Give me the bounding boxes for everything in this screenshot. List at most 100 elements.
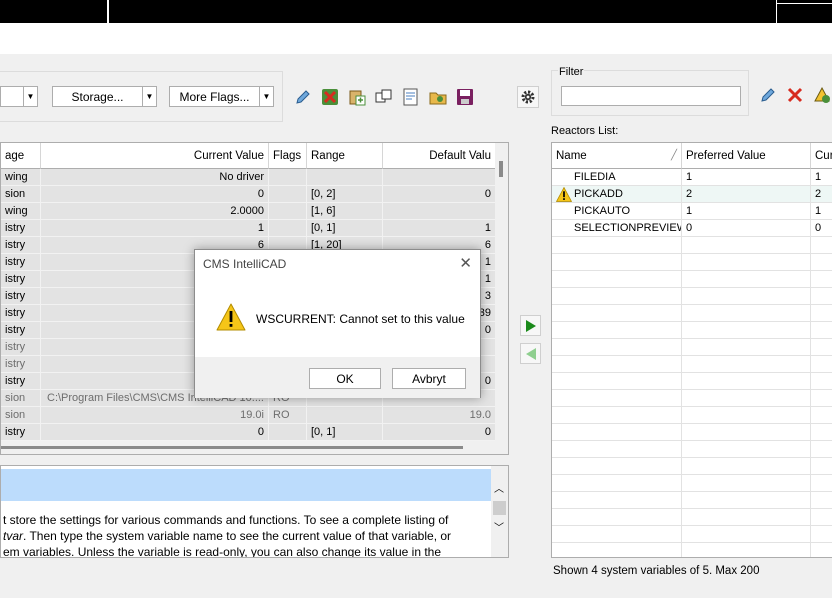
more-flags-dropdown[interactable]: More Flags... ▼ xyxy=(169,86,274,107)
sort-icon: ╱ xyxy=(670,150,677,161)
status-text: Shown 4 system variables of 5. Max 200 xyxy=(553,565,760,577)
filter-input[interactable] xyxy=(561,86,741,106)
table-cell xyxy=(307,407,383,424)
chevron-down-icon[interactable]: ﹀ xyxy=(494,519,504,534)
preferred-value: 1 xyxy=(682,169,811,186)
table-cell: istry xyxy=(1,356,41,373)
empty-row xyxy=(552,373,832,390)
table-row[interactable]: sion 0 [0, 2] 0 xyxy=(1,186,508,203)
cancel-button[interactable]: Avbryt xyxy=(392,368,466,389)
table-cell: istry xyxy=(1,237,41,254)
table-cell: 0 xyxy=(41,186,269,203)
paste-icon[interactable] xyxy=(346,86,368,108)
current-value: 0 xyxy=(811,220,832,237)
table-cell: [0, 2] xyxy=(307,186,383,203)
table-cell: 19.0 xyxy=(383,407,496,424)
table-row[interactable]: wing 2.0000 [1, 6] xyxy=(1,203,508,220)
table-cell: wing xyxy=(1,169,41,186)
empty-row xyxy=(552,543,832,557)
table-row[interactable]: wing No driver xyxy=(1,169,508,186)
table-cell: sion xyxy=(1,186,41,203)
table-cell xyxy=(383,169,496,186)
empty-row xyxy=(552,322,832,339)
table-cell: 0 xyxy=(383,186,496,203)
table-cell: istry xyxy=(1,424,41,441)
reactor-name: PICKAUTO xyxy=(552,203,682,220)
table-cell xyxy=(269,424,307,441)
preferred-value: 0 xyxy=(682,220,811,237)
reactor-name: SELECTIONPREVIEW xyxy=(552,220,682,237)
list-item[interactable]: PICKADD 2 2 xyxy=(552,186,832,203)
table-cell xyxy=(269,186,307,203)
table-cell: [0, 1] xyxy=(307,424,383,441)
close-icon[interactable]: ✕ xyxy=(459,254,472,272)
empty-row xyxy=(552,458,832,475)
error-dialog: CMS IntelliCAD ✕ WSCURRENT: Cannot set t… xyxy=(194,249,481,398)
empty-row xyxy=(552,254,832,271)
copy-icon[interactable] xyxy=(373,86,395,108)
remove-from-reactors-button[interactable] xyxy=(520,343,541,364)
add-to-reactors-button[interactable] xyxy=(520,315,541,336)
table-row[interactable]: sion 19.0i RO 19.0 xyxy=(1,407,508,424)
chevron-up-icon[interactable]: ︿ xyxy=(494,480,504,495)
column-header-current[interactable]: Cur xyxy=(811,143,832,169)
reactors-grid: Name ╱ Preferred Value Cur FILEDIA 1 1 PICK… xyxy=(551,142,832,558)
empty-row xyxy=(552,509,832,526)
save-icon[interactable] xyxy=(454,86,476,108)
column-header-preferred-value[interactable]: Preferred Value xyxy=(682,143,811,169)
list-item[interactable]: PICKAUTO 1 1 xyxy=(552,203,832,220)
column-header-name[interactable]: Name ╱ xyxy=(552,143,682,169)
current-value: 1 xyxy=(811,169,832,186)
table-cell: sion xyxy=(1,407,41,424)
list-item[interactable]: SELECTIONPREVIEW 0 0 xyxy=(552,220,832,237)
edit-icon[interactable] xyxy=(292,86,314,108)
description-panel: t store the settings for various command… xyxy=(0,465,509,558)
category-dropdown[interactable]: ▼ xyxy=(0,86,38,107)
storage-dropdown[interactable]: Storage... ▼ xyxy=(52,86,157,107)
table-cell: istry xyxy=(1,254,41,271)
delete-icon[interactable] xyxy=(784,84,806,106)
more-flags-label: More Flags... xyxy=(179,89,250,104)
table-row[interactable]: istry 0 [0, 1] 0 xyxy=(1,424,508,441)
table-row[interactable]: istry 1 [0, 1] 1 xyxy=(1,220,508,237)
empty-row xyxy=(552,526,832,543)
column-header-default-value[interactable]: Default Valu xyxy=(383,143,496,169)
properties-icon[interactable] xyxy=(400,86,422,108)
table-cell: istry xyxy=(1,220,41,237)
chevron-down-icon: ▼ xyxy=(259,87,273,106)
edit-icon[interactable] xyxy=(757,84,779,106)
column-header-storage[interactable]: age xyxy=(1,143,41,169)
table-cell xyxy=(383,203,496,220)
table-cell: istry xyxy=(1,305,41,322)
ok-button[interactable]: OK xyxy=(309,368,381,389)
vertical-scrollbar[interactable] xyxy=(495,143,508,454)
arrow-left-icon xyxy=(525,347,536,360)
empty-row xyxy=(552,271,832,288)
description-scrollbar[interactable]: ︿ ﹀ xyxy=(491,466,508,557)
open-folder-icon[interactable] xyxy=(427,86,449,108)
warning-icon xyxy=(216,303,246,334)
dialog-message: WSCURRENT: Cannot set to this value xyxy=(256,312,465,326)
list-item[interactable]: FILEDIA 1 1 xyxy=(552,169,832,186)
table-cell: istry xyxy=(1,322,41,339)
delete-icon[interactable] xyxy=(319,86,341,108)
dialog-title: CMS IntelliCAD xyxy=(203,257,287,271)
table-cell: istry xyxy=(1,339,41,356)
column-header-flags[interactable]: Flags xyxy=(269,143,307,169)
table-cell: No driver xyxy=(41,169,269,186)
chevron-down-icon: ▼ xyxy=(23,87,37,106)
gear-icon[interactable] xyxy=(517,86,539,108)
dialog-footer: OK Avbryt xyxy=(195,357,480,398)
add-reactor-icon[interactable] xyxy=(811,84,832,106)
empty-row xyxy=(552,492,832,509)
table-cell: istry xyxy=(1,271,41,288)
table-cell: 2.0000 xyxy=(41,203,269,220)
empty-row xyxy=(552,441,832,458)
column-header-range[interactable]: Range xyxy=(307,143,383,169)
reactor-name: FILEDIA xyxy=(552,169,682,186)
table-cell: [1, 6] xyxy=(307,203,383,220)
horizontal-scrollbar[interactable] xyxy=(1,441,508,454)
empty-row xyxy=(552,475,832,492)
column-header-current-value[interactable]: Current Value xyxy=(41,143,269,169)
empty-row xyxy=(552,305,832,322)
